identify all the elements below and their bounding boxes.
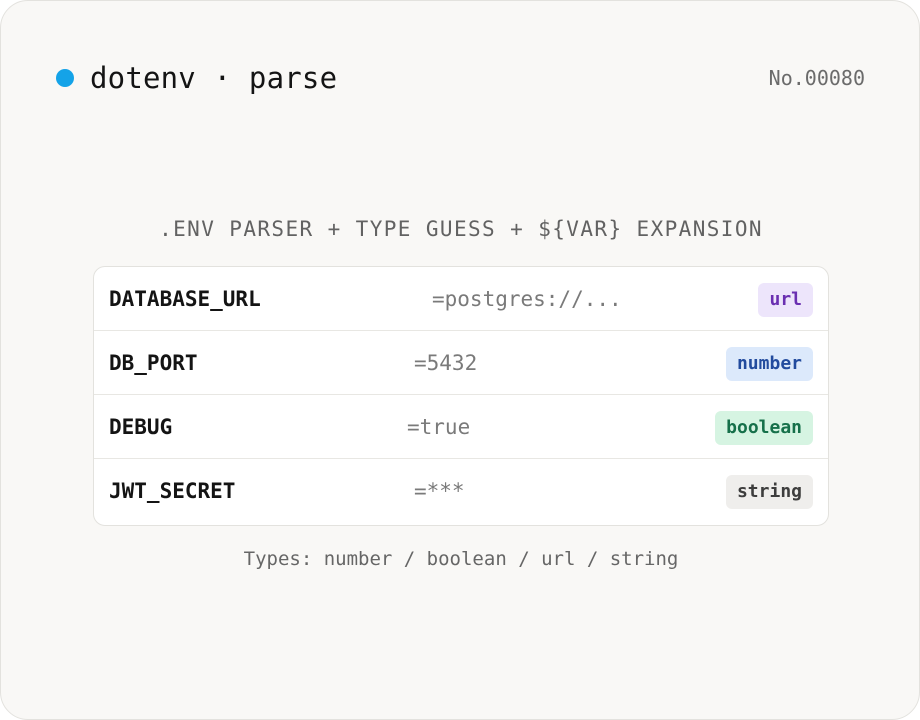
footer-note: Types: number / boolean / url / string [243, 548, 679, 570]
header: dotenv · parse No.00080 [56, 59, 865, 97]
type-badge: string [725, 475, 813, 509]
env-value: =true [407, 415, 471, 439]
table-row: DATABASE_URL =postgres://... url [94, 267, 828, 331]
env-value: =postgres://... [432, 287, 622, 311]
env-key: DEBUG [109, 415, 173, 439]
table-row: JWT_SECRET =*** string [94, 459, 828, 525]
status-dot-icon [56, 69, 74, 87]
env-key: DATABASE_URL [109, 287, 261, 311]
env-key: JWT_SECRET [109, 479, 236, 503]
card: dotenv · parse No.00080 .ENV PARSER + TY… [0, 0, 920, 720]
table-row: DEBUG =true boolean [94, 395, 828, 459]
env-table: DATABASE_URL =postgres://... url DB_PORT… [93, 266, 829, 526]
type-badge: number [725, 347, 813, 381]
env-key: DB_PORT [109, 351, 198, 375]
page-title: dotenv · parse [90, 61, 338, 95]
env-value: =5432 [414, 351, 478, 375]
env-value: =*** [414, 479, 465, 503]
subtitle: .ENV PARSER + TYPE GUESS + ${VAR} EXPANS… [159, 217, 763, 241]
type-badge: boolean [715, 411, 813, 445]
serial-number: No.00080 [768, 66, 865, 90]
title-group: dotenv · parse [56, 61, 337, 95]
type-badge: url [758, 283, 813, 317]
table-row: DB_PORT =5432 number [94, 331, 828, 395]
